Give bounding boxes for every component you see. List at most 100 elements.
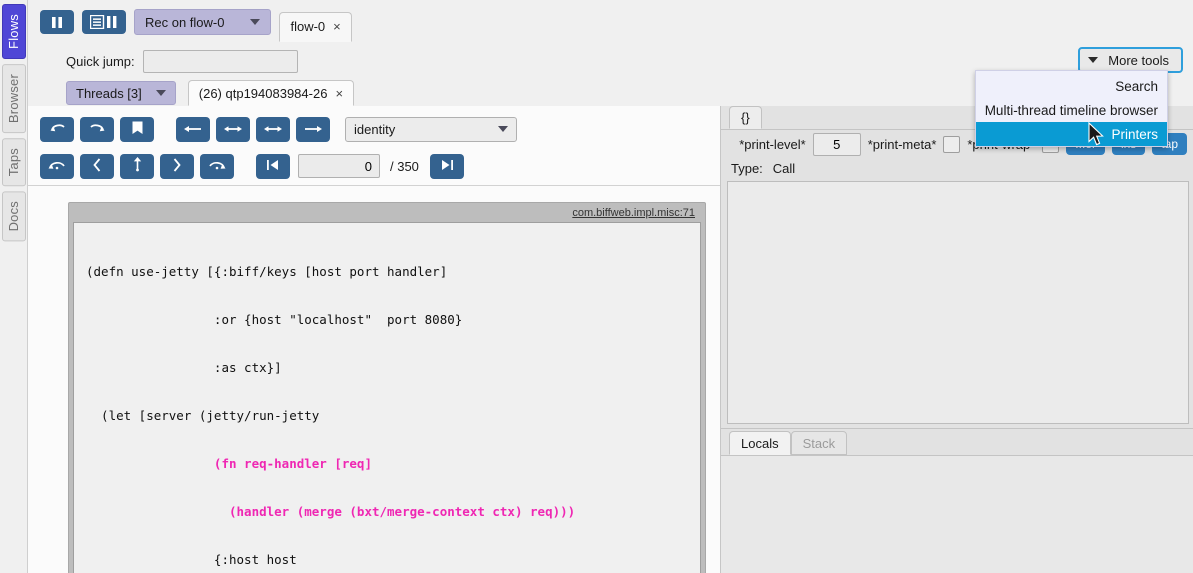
locals-panel: Locals Stack bbox=[721, 428, 1193, 573]
code-card: com.biffweb.impl.misc:71 (defn use-jetty… bbox=[68, 202, 706, 573]
print-level-label: *print-level* bbox=[739, 136, 806, 152]
code-line-highlighted: (fn req-handler [req] bbox=[86, 456, 372, 471]
arrow-left-right-icon bbox=[223, 122, 243, 137]
bookmark-icon bbox=[132, 121, 143, 138]
menu-item-multi-thread-timeline-browser[interactable]: Multi-thread timeline browser bbox=[976, 98, 1167, 122]
chevron-down-icon bbox=[1088, 57, 1099, 63]
close-icon[interactable]: × bbox=[333, 19, 341, 34]
code-line: (defn use-jetty [{:biff/keys [host port … bbox=[86, 264, 448, 279]
print-meta-label: *print-meta* bbox=[867, 136, 937, 152]
chevron-left-icon bbox=[92, 157, 102, 175]
code-line: :or {host "localhost" port 8080} bbox=[86, 312, 463, 327]
threads-select[interactable]: Threads [3] bbox=[66, 81, 176, 105]
close-icon[interactable]: × bbox=[335, 86, 343, 101]
more-tools-menu: Search Multi-thread timeline browser Pri… bbox=[975, 70, 1168, 147]
tab-locals[interactable]: Locals bbox=[729, 431, 791, 455]
step-back-button[interactable] bbox=[80, 153, 114, 179]
recording-flow-select[interactable]: Rec on flow-0 bbox=[134, 9, 272, 35]
menu-item-search[interactable]: Search bbox=[976, 74, 1167, 98]
step-forward-button[interactable] bbox=[160, 153, 194, 179]
tab-stack[interactable]: Stack bbox=[790, 431, 848, 455]
chevron-down-icon bbox=[250, 19, 261, 25]
arrow-left-icon bbox=[183, 122, 203, 137]
rail-tab-taps-label: Taps bbox=[5, 148, 21, 177]
code-line-highlighted: (handler (merge (bxt/merge-context ctx) … bbox=[86, 504, 576, 519]
jump-first-button[interactable] bbox=[256, 153, 290, 179]
undo-arrow-icon bbox=[49, 122, 66, 137]
value-display-area[interactable] bbox=[727, 181, 1189, 424]
step-back-over-icon bbox=[48, 158, 66, 174]
menu-item-search-label: Search bbox=[1115, 78, 1158, 94]
step-last-expr-button[interactable] bbox=[296, 116, 330, 142]
tab-map-view[interactable]: {} bbox=[729, 106, 762, 129]
print-fn-select[interactable]: identity bbox=[345, 116, 517, 142]
more-tools-label: More tools bbox=[1108, 52, 1169, 68]
chevron-right-icon bbox=[172, 157, 182, 175]
print-meta-checkbox[interactable] bbox=[943, 135, 961, 153]
tab-flow-0-label: flow-0 bbox=[290, 19, 326, 34]
pause-button[interactable] bbox=[40, 10, 74, 34]
controls-row-primary: identity bbox=[28, 114, 720, 144]
controls-row-stepping: / 350 bbox=[28, 151, 720, 181]
step-index-input[interactable] bbox=[298, 154, 380, 178]
rail-tab-browser-label: Browser bbox=[5, 73, 21, 124]
skip-to-last-icon bbox=[439, 159, 455, 174]
jump-last-button[interactable] bbox=[429, 153, 464, 179]
rail-tab-flows[interactable]: Flows bbox=[1, 4, 26, 59]
step-first-expr-button[interactable] bbox=[176, 116, 210, 142]
tab-map-view-label: {} bbox=[741, 110, 750, 125]
code-body[interactable]: (defn use-jetty [{:biff/keys [host port … bbox=[73, 222, 701, 573]
locals-list[interactable] bbox=[721, 455, 1193, 573]
quick-jump-input[interactable] bbox=[142, 49, 298, 73]
redo-button[interactable] bbox=[80, 116, 114, 142]
chevron-down-icon bbox=[155, 90, 166, 96]
arrow-left-right-icon bbox=[263, 122, 283, 137]
undo-button[interactable] bbox=[40, 116, 74, 142]
rail-tab-taps[interactable]: Taps bbox=[1, 138, 26, 187]
menu-item-multi-thread-timeline-browser-label: Multi-thread timeline browser bbox=[984, 102, 1158, 118]
redo-arrow-icon bbox=[89, 122, 106, 137]
rail-tab-docs[interactable]: Docs bbox=[1, 191, 26, 242]
chevron-down-icon bbox=[498, 126, 508, 132]
arrow-right-icon bbox=[303, 122, 323, 137]
code-line: :as ctx}] bbox=[86, 360, 282, 375]
content-split: identity 0 / 350 com.biffweb.impl.misc:7… bbox=[28, 106, 1193, 573]
tab-flow-0[interactable]: flow-0 × bbox=[279, 11, 352, 42]
print-level-input[interactable] bbox=[812, 132, 861, 156]
bookmark-button[interactable] bbox=[120, 116, 154, 142]
print-fn-label: identity bbox=[354, 121, 396, 137]
threads-select-label: Threads [3] bbox=[76, 85, 142, 101]
pause-all-threads-button[interactable] bbox=[82, 10, 126, 34]
step-prev-expr-button[interactable] bbox=[216, 116, 250, 142]
menu-item-printers[interactable]: Printers bbox=[976, 122, 1167, 146]
arrow-up-icon bbox=[132, 157, 143, 175]
flowstorm-debugger-window: Flows Browser Taps Docs Rec on flow-0 fl… bbox=[0, 0, 1193, 573]
tab-stack-label: Stack bbox=[802, 435, 836, 451]
skip-to-first-icon bbox=[265, 159, 281, 174]
source-location-link[interactable]: com.biffweb.impl.misc:71 bbox=[73, 206, 701, 222]
code-line: (let [server (jetty/run-jetty bbox=[86, 408, 320, 423]
rail-tab-browser[interactable]: Browser bbox=[1, 63, 26, 134]
code-panel: com.biffweb.impl.misc:71 (defn use-jetty… bbox=[28, 190, 720, 573]
value-type-row: Type: Call bbox=[721, 158, 1193, 178]
tab-locals-label: Locals bbox=[741, 435, 779, 451]
value-type-label: Type: bbox=[731, 160, 763, 176]
step-next-expr-button[interactable] bbox=[256, 116, 290, 142]
left-tab-rail: Flows Browser Taps Docs bbox=[0, 0, 28, 573]
controls-divider bbox=[28, 185, 720, 186]
locals-tabrow: Locals Stack bbox=[721, 429, 1193, 455]
value-type-value: Call bbox=[772, 160, 796, 176]
step-total-label: / 350 bbox=[390, 158, 419, 174]
tab-thread-26-label: (26) qtp194083984-26 bbox=[198, 85, 328, 101]
menu-item-printers-label: Printers bbox=[1111, 126, 1158, 142]
value-inspector-panel: {} *print-level* *print-meta* *print-wra… bbox=[721, 106, 1193, 428]
step-out-button[interactable] bbox=[120, 153, 154, 179]
tab-thread-26[interactable]: (26) qtp194083984-26 × bbox=[187, 80, 355, 106]
step-back-over-button[interactable] bbox=[40, 153, 74, 179]
step-over-button[interactable] bbox=[200, 153, 234, 179]
step-over-icon bbox=[208, 158, 226, 174]
right-pane: {} *print-level* *print-meta* *print-wra… bbox=[721, 106, 1193, 573]
code-line: {:host host bbox=[86, 552, 297, 567]
left-pane: identity 0 / 350 com.biffweb.impl.misc:7… bbox=[28, 106, 721, 573]
debugger-controls: identity 0 / 350 bbox=[28, 106, 720, 190]
